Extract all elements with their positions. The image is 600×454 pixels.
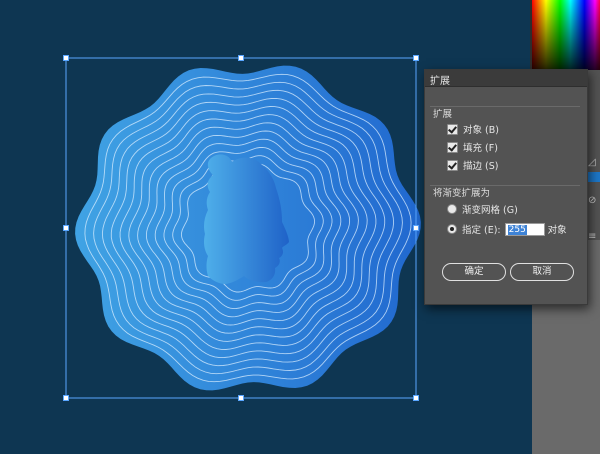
handle-top-left [63, 55, 69, 61]
ok-button[interactable]: 确定 [442, 263, 506, 281]
specify-value-text: 255 [507, 224, 527, 235]
stroke-checkbox-row[interactable]: 描边 (S) [447, 158, 498, 172]
triangle-icon[interactable]: ◿ [588, 158, 596, 168]
expand-group-divider [430, 106, 580, 107]
handle-bottom-center [238, 395, 244, 401]
specify-objects-input[interactable]: 255 [504, 222, 545, 236]
cancel-button[interactable]: 取消 [510, 263, 574, 281]
gradient-group-title: 将渐变扩展为 [433, 188, 491, 199]
link-icon[interactable]: ⊘ [588, 196, 596, 206]
expand-group-title: 扩展 [433, 109, 453, 120]
stroke-checkbox[interactable] [447, 159, 458, 171]
object-checkbox-row[interactable]: 对象 (B) [447, 122, 499, 136]
handle-middle-left [63, 225, 69, 231]
stroke-checkbox-label: 描边 (S) [463, 161, 499, 172]
dialog-title: 扩展 [430, 76, 450, 87]
fill-checkbox-label: 填充 (F) [463, 143, 498, 154]
dialog-titlebar[interactable]: 扩展 [425, 70, 587, 87]
handle-top-center [238, 55, 244, 61]
list-icon[interactable]: ≡ [588, 232, 596, 242]
expand-dialog: 扩展 扩展 对象 (B) 填充 (F) 描边 (S) 将渐变扩展为 渐变网格 (… [424, 69, 588, 305]
object-checkbox-label: 对象 (B) [463, 125, 499, 136]
gradient-mesh-radio[interactable] [447, 204, 457, 214]
fill-checkbox[interactable] [447, 141, 458, 153]
handle-top-right [413, 55, 419, 61]
specify-radio[interactable] [447, 224, 457, 234]
handle-bottom-left [63, 395, 69, 401]
specify-row[interactable]: 指定 (E): 255 对象 [447, 222, 567, 236]
fill-checkbox-row[interactable]: 填充 (F) [447, 140, 498, 154]
color-spectrum-picker[interactable] [530, 0, 600, 70]
handle-bottom-right [413, 395, 419, 401]
handle-middle-right [413, 225, 419, 231]
gradient-mesh-row[interactable]: 渐变网格 (G) [447, 202, 518, 216]
gradient-mesh-label: 渐变网格 (G) [462, 205, 518, 216]
specify-label: 指定 (E): [462, 225, 501, 236]
objects-suffix-label: 对象 [547, 225, 567, 236]
object-checkbox[interactable] [447, 123, 458, 135]
